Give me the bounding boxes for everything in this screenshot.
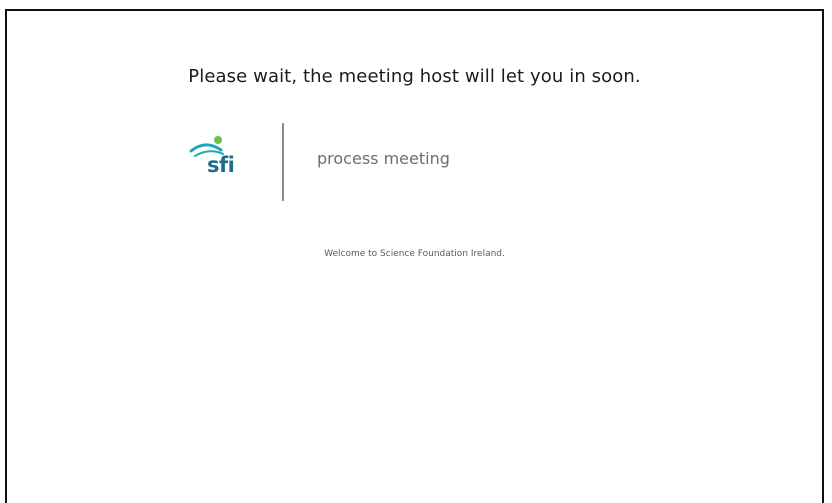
meeting-name: process meeting (317, 149, 450, 168)
divider (282, 123, 284, 201)
sfi-logo-text: sfi (207, 153, 235, 177)
brand-row: sfi process meeting (187, 121, 547, 201)
wait-message: Please wait, the meeting host will let y… (188, 66, 641, 87)
welcome-message: Welcome to Science Foundation Ireland. (324, 249, 505, 259)
lobby-window: Please wait, the meeting host will let y… (5, 9, 824, 503)
sfi-logo: sfi (187, 133, 257, 185)
